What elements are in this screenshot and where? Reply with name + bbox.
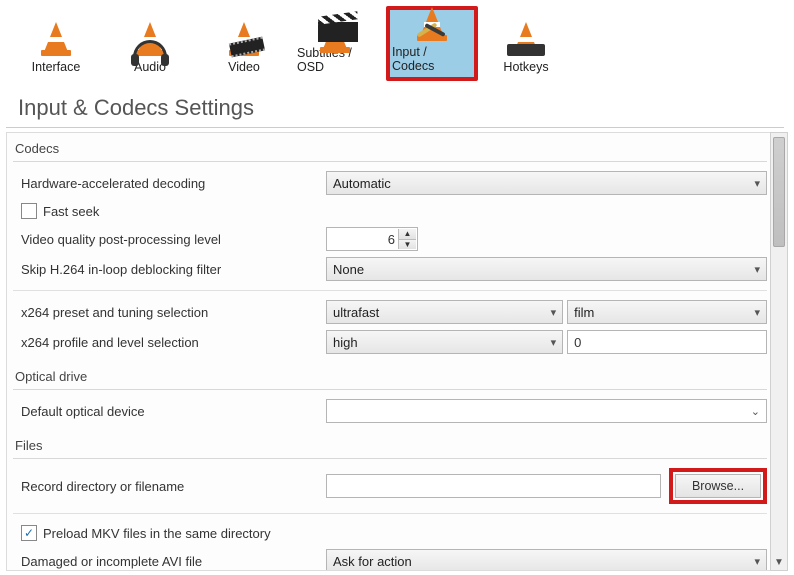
cone-keyboard-icon: [503, 16, 549, 56]
record-dir-label: Record directory or filename: [21, 479, 326, 494]
tab-label: Hotkeys: [503, 60, 548, 74]
scroll-down-icon[interactable]: ▼: [773, 554, 785, 570]
x264-preset-combo[interactable]: ultrafast: [326, 300, 563, 324]
video-quality-label: Video quality post-processing level: [21, 232, 326, 247]
cone-headphones-icon: [128, 16, 172, 56]
x264-preset-label: x264 preset and tuning selection: [21, 305, 326, 320]
tab-label: Input / Codecs: [392, 45, 472, 73]
default-optical-combo[interactable]: [326, 399, 767, 423]
video-quality-spinbox[interactable]: 6 ▲ ▼: [326, 227, 418, 251]
settings-category-toolbar: Interface Audio Video Subtitles / OSD In…: [0, 0, 794, 81]
skip-loop-combo[interactable]: None: [326, 257, 767, 281]
tab-interface[interactable]: Interface: [10, 6, 102, 81]
spin-down-icon[interactable]: ▼: [398, 240, 416, 250]
spinner-buttons[interactable]: ▲ ▼: [398, 229, 416, 249]
preload-mkv-label: Preload MKV files in the same directory: [43, 526, 271, 541]
tab-hotkeys[interactable]: Hotkeys: [480, 6, 572, 81]
scrollbar-thumb[interactable]: [773, 137, 785, 247]
default-optical-label: Default optical device: [21, 404, 326, 419]
settings-scroll-area: Codecs Hardware-accelerated decoding Aut…: [6, 132, 788, 571]
tab-video[interactable]: Video: [198, 6, 290, 81]
tab-label: Interface: [32, 60, 81, 74]
page-title: Input & Codecs Settings: [6, 81, 784, 128]
tab-input-codecs[interactable]: Input / Codecs: [386, 6, 478, 81]
x264-tuning-combo[interactable]: film: [567, 300, 767, 324]
browse-button[interactable]: Browse...: [675, 474, 761, 498]
x264-profile-label: x264 profile and level selection: [21, 335, 326, 350]
record-dir-input[interactable]: [326, 474, 661, 498]
tab-subtitles-osd[interactable]: Subtitles / OSD: [292, 6, 384, 81]
cone-icon: [37, 16, 75, 56]
group-title-codecs: Codecs: [13, 139, 767, 158]
preload-mkv-checkbox[interactable]: ✓: [21, 525, 37, 541]
cone-film-icon: [218, 16, 270, 56]
group-title-files: Files: [13, 436, 767, 455]
hw-decoding-combo[interactable]: Automatic: [326, 171, 767, 195]
highlight-annotation: Browse...: [669, 468, 767, 504]
spin-up-icon[interactable]: ▲: [398, 229, 416, 240]
tab-label: Video: [228, 60, 260, 74]
cone-feathers-icon: [410, 14, 454, 41]
cone-clapper-icon: [310, 13, 366, 42]
x264-profile-combo[interactable]: high: [326, 330, 563, 354]
tab-audio[interactable]: Audio: [104, 6, 196, 81]
hw-decoding-label: Hardware-accelerated decoding: [21, 176, 326, 191]
fast-seek-checkbox[interactable]: [21, 203, 37, 219]
group-title-optical: Optical drive: [13, 367, 767, 386]
skip-loop-label: Skip H.264 in-loop deblocking filter: [21, 262, 326, 277]
vertical-scrollbar[interactable]: ▲ ▼: [770, 132, 788, 571]
avi-combo[interactable]: Ask for action: [326, 549, 767, 571]
fast-seek-label: Fast seek: [43, 204, 99, 219]
x264-level-input[interactable]: 0: [567, 330, 767, 354]
avi-label: Damaged or incomplete AVI file: [21, 554, 326, 569]
